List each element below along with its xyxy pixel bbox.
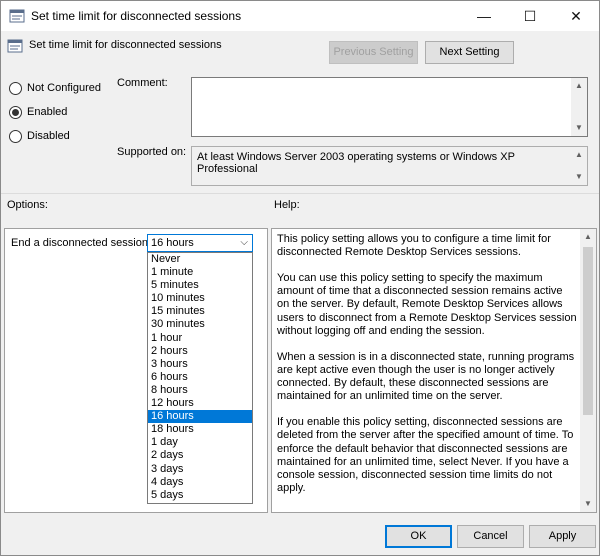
scroll-thumb[interactable] xyxy=(583,247,593,415)
chevron-down-icon[interactable]: ⌵ xyxy=(240,235,248,251)
supported-on-value: At least Windows Server 2003 operating s… xyxy=(197,151,515,175)
scroll-up-icon[interactable]: ▲ xyxy=(571,78,587,94)
setting-title: Set time limit for disconnected sessions xyxy=(29,39,222,51)
help-paragraph: When a session is in a disconnected stat… xyxy=(277,350,575,403)
dropdown-option[interactable]: 5 minutes xyxy=(148,279,252,292)
ok-button[interactable]: OK xyxy=(385,525,452,548)
radio-circle[interactable] xyxy=(9,129,22,143)
maximize-button[interactable]: ☐ xyxy=(507,1,553,31)
cancel-button[interactable]: Cancel xyxy=(457,525,524,548)
radio-circle[interactable] xyxy=(9,81,22,95)
end-session-label: End a disconnected session xyxy=(11,237,148,249)
dropdown-option[interactable]: 3 hours xyxy=(148,358,252,371)
help-paragraph: You can use this policy setting to speci… xyxy=(277,272,577,337)
comment-field[interactable]: ▲ ▼ xyxy=(191,77,588,137)
scroll-down-icon[interactable]: ▼ xyxy=(580,496,596,512)
dropdown-option[interactable]: 3 days xyxy=(148,463,252,476)
dropdown-option[interactable]: 5 days xyxy=(148,489,252,502)
policy-icon xyxy=(9,9,25,23)
scroll-up-icon[interactable]: ▲ xyxy=(580,229,596,245)
help-paragraph: This policy setting allows you to config… xyxy=(277,233,551,259)
next-setting-button[interactable]: Next Setting xyxy=(425,41,514,64)
dropdown-option[interactable]: 15 minutes xyxy=(148,305,252,318)
options-label: Options: xyxy=(7,199,48,211)
comment-scrollbar[interactable]: ▲ ▼ xyxy=(571,78,587,136)
dropdown-option[interactable]: 18 hours xyxy=(148,423,252,436)
radio-label: Not Configured xyxy=(27,82,101,94)
radio-enabled[interactable]: Enabled xyxy=(9,104,67,120)
scroll-up-icon[interactable]: ▲ xyxy=(571,147,587,163)
dropdown-option[interactable]: 12 hours xyxy=(148,397,252,410)
supported-on-label: Supported on: xyxy=(117,146,187,158)
section-divider xyxy=(1,193,599,194)
previous-setting-button[interactable]: Previous Setting xyxy=(329,41,418,64)
dropdown-option[interactable]: 30 minutes xyxy=(148,318,252,331)
supported-on-field: At least Windows Server 2003 operating s… xyxy=(191,146,588,186)
scroll-down-icon[interactable]: ▼ xyxy=(571,120,587,136)
scroll-down-icon[interactable]: ▼ xyxy=(571,169,587,185)
apply-button[interactable]: Apply xyxy=(529,525,596,548)
end-session-dropdown[interactable]: Never 1 minute 5 minutes 10 minutes 15 m… xyxy=(147,252,253,504)
setting-icon xyxy=(7,39,23,53)
radio-disabled[interactable]: Disabled xyxy=(9,128,70,144)
title-bar: Set time limit for disconnected sessions… xyxy=(1,1,599,31)
minimize-button[interactable]: — xyxy=(461,1,507,31)
dropdown-option[interactable]: 4 days xyxy=(148,476,252,489)
supported-scrollbar[interactable]: ▲ ▼ xyxy=(571,147,587,185)
close-button[interactable]: ✕ xyxy=(553,1,599,31)
select-value: 16 hours xyxy=(151,237,194,249)
dropdown-option[interactable]: 1 day xyxy=(148,436,252,449)
dropdown-option[interactable]: 6 hours xyxy=(148,371,252,384)
radio-circle[interactable] xyxy=(9,105,22,119)
dropdown-option[interactable]: 2 days xyxy=(148,449,252,462)
radio-label: Disabled xyxy=(27,130,70,142)
policy-dialog: Set time limit for disconnected sessions… xyxy=(0,0,600,556)
dropdown-option[interactable]: 8 hours xyxy=(148,384,252,397)
help-label: Help: xyxy=(274,199,300,211)
window-title: Set time limit for disconnected sessions xyxy=(31,9,242,23)
help-paragraph: If you enable this policy setting, disco… xyxy=(277,416,574,494)
dropdown-option[interactable]: 10 minutes xyxy=(148,292,252,305)
dropdown-option-selected[interactable]: 16 hours xyxy=(148,410,252,424)
dropdown-option[interactable]: 1 minute xyxy=(148,266,252,279)
radio-label: Enabled xyxy=(27,106,68,118)
help-text: This policy setting allows you to config… xyxy=(277,233,577,508)
radio-not-configured[interactable]: Not Configured xyxy=(9,80,101,96)
dropdown-option[interactable]: Never xyxy=(148,253,252,266)
comment-label: Comment: xyxy=(117,77,168,89)
end-session-select[interactable]: 16 hours ⌵ xyxy=(147,234,253,252)
dropdown-option[interactable]: 1 hour xyxy=(148,332,252,345)
dropdown-option[interactable]: 2 hours xyxy=(148,345,252,358)
help-scrollbar[interactable]: ▲ ▼ xyxy=(580,229,596,512)
